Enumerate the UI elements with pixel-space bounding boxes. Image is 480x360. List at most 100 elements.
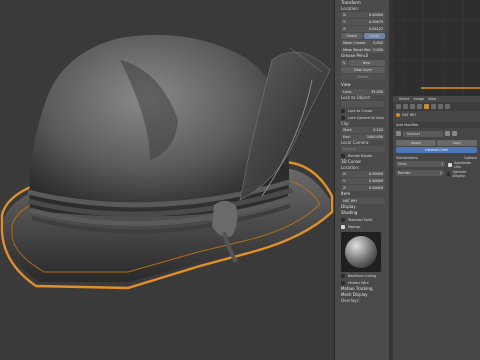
object-name: HAT WH xyxy=(402,113,416,117)
field-label: Lens: xyxy=(343,90,352,94)
axis-label: Y: xyxy=(343,20,346,24)
check-label: Lock to Cursor xyxy=(348,108,373,113)
axis-label: X: xyxy=(343,13,347,17)
render-row: Render: 2 Optimal Display xyxy=(396,170,477,178)
local-button[interactable]: Local xyxy=(363,33,385,39)
check-label: Render Border xyxy=(348,153,373,158)
field-value: 0.00479 xyxy=(368,20,383,24)
check-label: Matcap xyxy=(348,224,361,229)
subdivisions-label: Subdivisions: xyxy=(396,156,419,160)
view-header[interactable]: View xyxy=(335,82,389,88)
textured-solid-check[interactable]: Textured Solid xyxy=(341,216,389,223)
axis-label: X: xyxy=(343,172,347,176)
properties-editor: HAT WH Add Modifier Subsurf Apply Copy C… xyxy=(393,102,480,360)
backface-culling-check[interactable]: Backface Culling xyxy=(341,272,389,279)
copy-button[interactable]: Copy xyxy=(437,140,477,146)
matcap-check[interactable]: Matcap xyxy=(341,223,389,230)
tab-world[interactable] xyxy=(410,104,415,109)
clip-start-field[interactable]: Start: 0.100 xyxy=(341,127,385,133)
cursor-location-label: Location: xyxy=(341,165,360,170)
add-modifier-button[interactable]: Add Modifier xyxy=(393,122,480,128)
check-label: Lock Camera to View xyxy=(348,115,384,120)
apply-button[interactable]: Apply xyxy=(396,140,436,146)
field-value: 0.000 xyxy=(373,41,383,45)
field-value: 0.03127 xyxy=(368,27,383,31)
subdivide-uvs-check[interactable]: Subdivide UVs xyxy=(448,161,477,169)
lock-camera-check[interactable]: Lock Camera to View xyxy=(341,114,389,121)
field-label: View: xyxy=(398,162,408,166)
tab-render[interactable] xyxy=(396,104,401,109)
field-value: 2 xyxy=(439,171,442,175)
checkbox[interactable] xyxy=(341,153,345,158)
field-value: 0.00000 xyxy=(368,13,383,17)
checkbox[interactable] xyxy=(341,224,345,229)
location-label: Location: xyxy=(341,6,360,11)
check-label: Backface Culling xyxy=(348,273,377,278)
matcap-sphere-icon[interactable] xyxy=(341,232,381,272)
checkbox[interactable] xyxy=(341,108,345,113)
tab-modifiers[interactable] xyxy=(424,104,429,109)
field-label: Start: xyxy=(343,128,353,132)
graph-editor[interactable] xyxy=(393,0,480,96)
cursor-y-field[interactable]: Y: 0.00000 xyxy=(341,178,385,184)
axis-label: Y: xyxy=(343,179,346,183)
field-value: HAT WH xyxy=(343,199,357,203)
check-label: Hidden Wire xyxy=(348,280,369,285)
field-value: 1 xyxy=(441,162,444,166)
field-value: 35.000 xyxy=(371,90,383,94)
field-label: End: xyxy=(343,135,351,139)
render-levels-field[interactable]: Render: 2 xyxy=(396,170,444,176)
check-label: Textured Solid xyxy=(348,217,372,222)
overlays-label: Overlays: xyxy=(341,298,360,303)
axis-label: Z: xyxy=(343,27,347,31)
new-layer-button[interactable]: New Layer xyxy=(341,67,385,73)
breadcrumb: HAT WH xyxy=(393,111,480,119)
field-label: Camera xyxy=(343,147,357,151)
tab-material[interactable] xyxy=(438,104,443,109)
view-toggle-icon[interactable] xyxy=(452,131,457,136)
3d-viewport[interactable] xyxy=(0,0,334,360)
loc-z-field[interactable]: Z: 0.03127 xyxy=(341,26,385,32)
checkbox[interactable] xyxy=(446,172,451,176)
grease-pencil-row: ✎ New xyxy=(341,60,385,66)
checkbox[interactable] xyxy=(341,273,345,278)
tab-object[interactable] xyxy=(417,104,422,109)
global-local-toggle: Global Local xyxy=(341,33,385,39)
mean-crease-field[interactable]: Mean Crease: 0.000 xyxy=(341,40,385,46)
field-value: 0.00000 xyxy=(368,186,383,190)
field-value: 1000.000 xyxy=(366,135,383,139)
checkbox[interactable] xyxy=(341,115,345,120)
lock-cursor-check[interactable]: Lock to Cursor xyxy=(341,107,389,114)
global-button[interactable]: Global xyxy=(341,33,363,39)
hidden-wire-check[interactable]: Hidden Wire xyxy=(341,279,389,286)
cursor-x-field[interactable]: X: 0.00000 xyxy=(341,171,385,177)
field-value: 0.00000 xyxy=(368,179,383,183)
checkbox[interactable] xyxy=(448,163,453,167)
checkbox[interactable] xyxy=(341,217,345,222)
subdivision-type[interactable]: Catmull-Clark xyxy=(396,147,477,153)
tab-texture[interactable] xyxy=(445,104,450,109)
check-label: Subdivide UVs xyxy=(454,161,471,169)
grease-pencil-header[interactable]: Grease Pencil xyxy=(335,53,389,59)
properties-tabs xyxy=(393,102,480,111)
field-value: 0.00000 xyxy=(368,172,383,176)
loc-y-field[interactable]: Y: 0.00479 xyxy=(341,19,385,25)
check-label: Optimal Display xyxy=(452,170,466,178)
render-border-check[interactable]: Render Border xyxy=(341,152,389,159)
field-value: 0.100 xyxy=(373,128,383,132)
checkbox[interactable] xyxy=(341,280,345,285)
modifier-icon xyxy=(396,131,401,136)
view-levels-field[interactable]: View: 1 xyxy=(396,161,446,167)
render-toggle-icon[interactable] xyxy=(445,131,450,136)
tab-data[interactable] xyxy=(431,104,436,109)
optimal-display-check[interactable]: Optimal Display xyxy=(446,170,477,178)
field-label: Mean Crease: xyxy=(343,41,367,45)
item-header[interactable]: Item xyxy=(335,191,389,197)
new-button[interactable]: New xyxy=(348,60,385,66)
modifier-name-field[interactable]: Subsurf xyxy=(403,130,443,137)
loc-x-field[interactable]: X: 0.00000 xyxy=(341,12,385,18)
tab-scene[interactable] xyxy=(403,104,408,109)
graph-grid-icon xyxy=(393,0,480,96)
field-value: 0.000 xyxy=(373,48,383,52)
local-camera-label: Local Camera: xyxy=(341,140,370,145)
